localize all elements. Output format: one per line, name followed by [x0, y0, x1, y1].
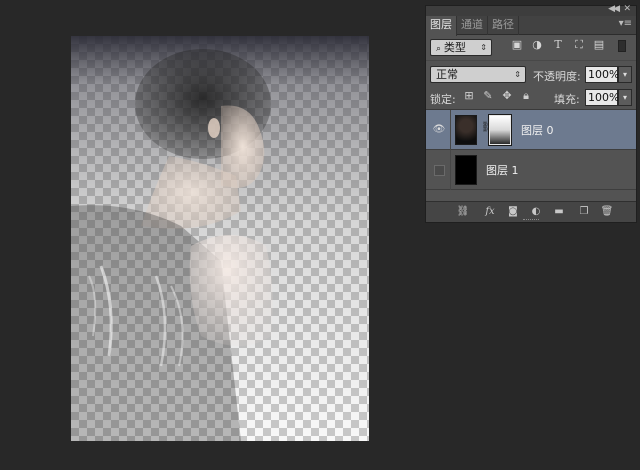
filter-toggle-switch[interactable]	[618, 40, 626, 52]
document-canvas[interactable]	[71, 36, 369, 441]
layer-row[interactable]: 图层 1	[426, 150, 636, 190]
link-layers-icon[interactable]: ⛓	[455, 205, 471, 219]
visibility-toggle[interactable]	[434, 165, 445, 176]
lock-all-icon[interactable]: 🔒︎	[520, 90, 532, 102]
image-filter-icon[interactable]: ▣	[510, 38, 524, 52]
blend-mode-dropdown[interactable]: 正常 ⇕	[430, 66, 526, 83]
lock-transparent-icon[interactable]: ⊞	[463, 90, 475, 102]
workspace: ◀◀ ✕ 图层 通道 路径 ▾≡ ⌕ 类型 ⇕ ▣ ◑ T ⛶ ▤ 正常 ⇕ 不…	[0, 0, 640, 470]
lock-position-icon[interactable]: ✥	[501, 90, 513, 102]
shape-filter-icon[interactable]: ⛶	[572, 38, 586, 52]
adjustment-filter-icon[interactable]: ◑	[530, 38, 544, 52]
tab-channels[interactable]: 通道	[457, 16, 488, 35]
type-filter-icon[interactable]: T	[551, 38, 565, 52]
column-divider	[450, 110, 451, 150]
resize-grip[interactable]	[523, 219, 539, 221]
opacity-input[interactable]: 100%	[585, 66, 619, 83]
filter-kind-label: 类型	[443, 41, 466, 54]
layer-name[interactable]: 图层 1	[486, 162, 519, 178]
layer-thumbnail[interactable]	[455, 115, 477, 145]
eye-icon[interactable]: 👁︎	[432, 123, 446, 137]
new-group-icon[interactable]: ▬	[551, 205, 567, 219]
smart-object-filter-icon[interactable]: ▤	[592, 38, 606, 52]
fill-input[interactable]: 100%	[585, 89, 619, 106]
layer-thumbnail[interactable]	[455, 155, 477, 185]
blend-mode-value: 正常	[436, 68, 458, 81]
photo-image	[71, 36, 369, 441]
lock-row: 锁定: ⊞ ✎ ✥ 🔒︎ 填充: 100% ▾	[426, 85, 636, 110]
tab-layers[interactable]: 图层	[426, 16, 457, 36]
layers-panel: ◀◀ ✕ 图层 通道 路径 ▾≡ ⌕ 类型 ⇕ ▣ ◑ T ⛶ ▤ 正常 ⇕ 不…	[425, 4, 637, 223]
panel-tabs: 图层 通道 路径 ▾≡	[426, 16, 636, 36]
layer-mask-thumbnail[interactable]	[488, 114, 512, 146]
layer-row[interactable]: 👁︎ ⛓ 图层 0	[426, 110, 636, 150]
fx-icon[interactable]: fx	[482, 205, 498, 219]
collapse-panel-icon[interactable]: ◀◀	[608, 4, 620, 14]
lock-pixels-icon[interactable]: ✎	[482, 90, 494, 102]
filter-kind-dropdown[interactable]: ⌕ 类型 ⇕	[430, 39, 492, 56]
column-divider	[450, 150, 451, 190]
tab-paths[interactable]: 路径	[488, 16, 519, 35]
chevron-updown-icon: ⇕	[480, 43, 487, 52]
opacity-slider-button[interactable]: ▾	[618, 66, 632, 83]
blend-row: 正常 ⇕ 不透明度: 100% ▾	[426, 60, 636, 85]
chevron-updown-icon: ⇕	[514, 70, 521, 79]
fill-slider-button[interactable]: ▾	[618, 89, 632, 106]
delete-layer-icon[interactable]: 🗑︎	[599, 205, 615, 219]
panel-title-bar[interactable]: ◀◀ ✕	[426, 4, 636, 16]
close-icon[interactable]: ✕	[623, 4, 631, 14]
adjustment-layer-icon[interactable]: ◐	[528, 205, 544, 219]
search-icon: ⌕	[436, 44, 444, 54]
layers-list: 👁︎ ⛓ 图层 0 图层 1	[426, 109, 636, 202]
lock-label: 锁定:	[430, 93, 456, 106]
add-mask-icon[interactable]: ◙	[505, 205, 521, 219]
fill-label: 填充:	[554, 93, 580, 106]
panel-footer: ⛓ fx ◙ ◐ ▬ ❐ 🗑︎	[426, 201, 636, 222]
layer-name[interactable]: 图层 0	[521, 122, 554, 138]
new-layer-icon[interactable]: ❐	[576, 205, 592, 219]
panel-menu-icon[interactable]: ▾≡	[619, 18, 632, 29]
filter-row: ⌕ 类型 ⇕ ▣ ◑ T ⛶ ▤	[426, 35, 636, 60]
opacity-label: 不透明度:	[533, 70, 581, 83]
